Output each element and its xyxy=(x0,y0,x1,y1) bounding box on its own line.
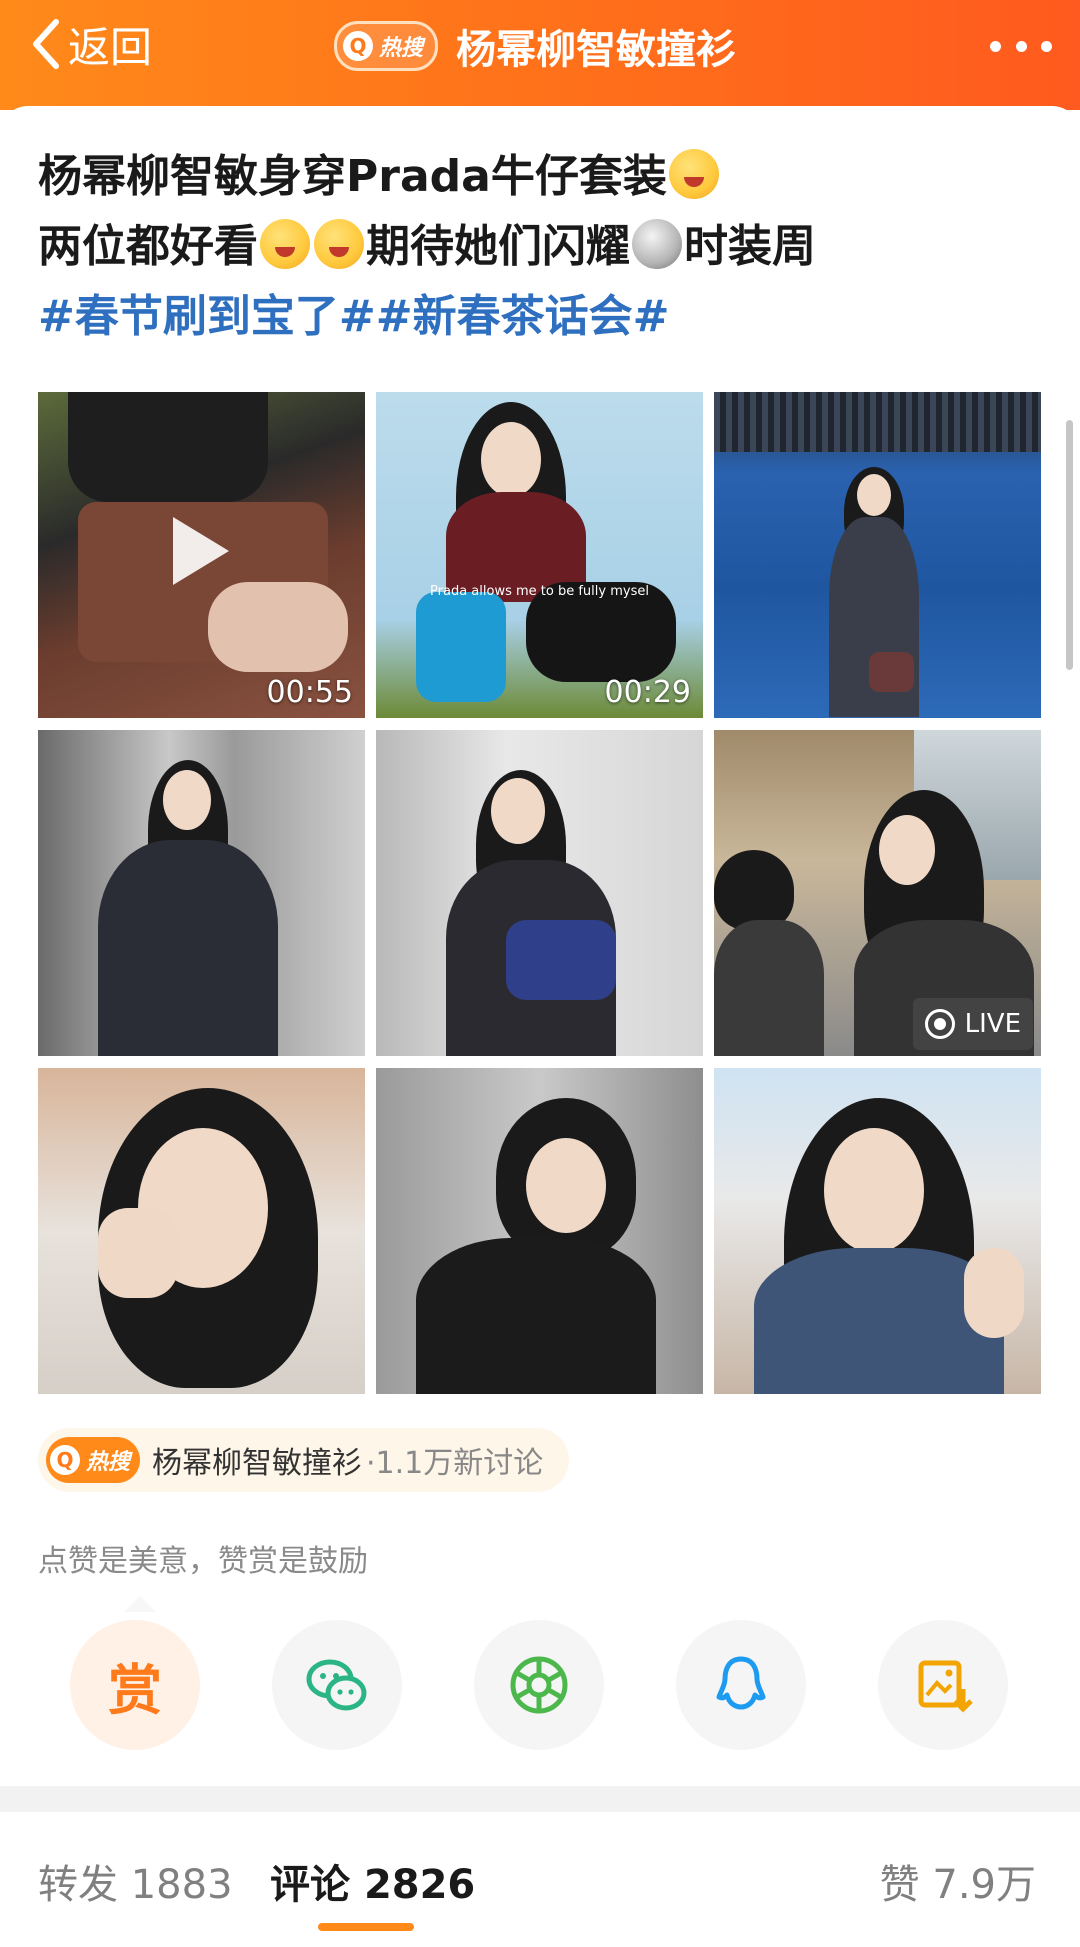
repost-label: 转发 xyxy=(38,1862,118,1908)
reward-pointer xyxy=(124,1596,156,1612)
tab-likes[interactable]: 赞 7.9万 xyxy=(880,1852,1036,1910)
comment-label: 评论 xyxy=(270,1862,350,1908)
search-icon: Q xyxy=(343,31,373,61)
post-line-2b: 期待她们闪耀 xyxy=(366,221,630,272)
video-duration: 00:29 xyxy=(604,675,691,710)
save-image-icon xyxy=(918,1660,973,1713)
qq-icon xyxy=(716,1656,766,1710)
hot-search-topic-chip[interactable]: Q 热搜 杨幂柳智敏撞衫 ·1.1万新讨论 xyxy=(38,1428,570,1492)
tab-repost[interactable]: 转发 1883 xyxy=(38,1852,233,1910)
share-moments-button[interactable] xyxy=(474,1620,604,1750)
moments-icon xyxy=(510,1656,568,1714)
top-bar: 返回 Q 热搜 杨幂柳智敏撞衫 xyxy=(0,0,1080,110)
live-photo-icon xyxy=(924,1009,955,1039)
reward-button[interactable]: 赏 xyxy=(70,1620,200,1750)
page-title: 杨幂柳智敏撞衫 xyxy=(456,27,737,73)
post-line-2c: 时装周 xyxy=(684,221,816,272)
reward-note: 点赞是美意，赞赏是鼓励 xyxy=(38,1544,368,1579)
scrollbar[interactable] xyxy=(1066,420,1073,670)
back-button[interactable]: 返回 xyxy=(28,14,152,74)
save-image-button[interactable] xyxy=(878,1620,1008,1750)
live-label: LIVE xyxy=(964,1009,1021,1039)
media-grid: 00:55 Prada allows me to be fully mysel … xyxy=(38,392,1042,1396)
hot-topic-header[interactable]: Q 热搜 杨幂柳智敏撞衫 xyxy=(334,18,736,74)
disco-ball-emoji-icon xyxy=(632,219,682,269)
reward-label: 赏 xyxy=(108,1658,162,1722)
pleading-face-emoji-icon xyxy=(260,219,310,269)
post-stats-bar: 转发 1883 评论 2826 赞 7.9万 xyxy=(0,1812,1080,1947)
tab-comments[interactable]: 评论 2826 xyxy=(270,1852,475,1910)
post-line-1: 杨幂柳智敏身穿Prada牛仔套装 xyxy=(38,151,667,202)
share-qq-button[interactable] xyxy=(676,1620,806,1750)
media-tile-6[interactable]: LIVE xyxy=(714,730,1041,1056)
hashtag-links[interactable]: #春节刷到宝了##新春茶话会# xyxy=(38,282,1038,352)
hot-search-badge: Q 热搜 xyxy=(334,21,439,71)
media-tile-2[interactable]: Prada allows me to be fully mysel 00:29 xyxy=(376,392,703,718)
hot-badge-label: 热搜 xyxy=(379,36,424,61)
search-icon: Q xyxy=(50,1445,80,1475)
more-options-icon[interactable] xyxy=(990,26,1052,66)
hot-topic-discussion-count: ·1.1万新讨论 xyxy=(366,1446,544,1481)
post-line-2a: 两位都好看 xyxy=(38,221,258,272)
media-tile-7[interactable] xyxy=(38,1068,365,1394)
video-duration: 00:55 xyxy=(266,675,353,710)
like-label: 赞 xyxy=(879,1862,920,1908)
repost-count: 1883 xyxy=(130,1862,233,1908)
pleading-face-emoji-icon xyxy=(668,149,719,199)
media-tile-1[interactable]: 00:55 xyxy=(38,392,365,718)
section-divider xyxy=(0,1786,1080,1812)
wechat-icon xyxy=(306,1659,367,1711)
comment-count: 2826 xyxy=(363,1862,476,1908)
media-tile-5[interactable] xyxy=(376,730,703,1056)
media-tile-8[interactable] xyxy=(376,1068,703,1394)
media-tile-9[interactable] xyxy=(714,1068,1041,1394)
live-photo-badge: LIVE xyxy=(912,998,1033,1050)
share-wechat-button[interactable] xyxy=(272,1620,402,1750)
like-count: 7.9万 xyxy=(932,1862,1036,1908)
hot-badge-label: 热搜 xyxy=(86,1450,131,1475)
post-body: 杨幂柳智敏身穿Prada牛仔套装 两位都好看 期待她们闪耀 时装周 #春节刷到宝了#… xyxy=(38,142,1038,352)
media-tile-3[interactable] xyxy=(714,392,1041,718)
back-label: 返回 xyxy=(68,22,153,72)
pleading-face-emoji-icon xyxy=(314,219,364,269)
media-tile-4[interactable] xyxy=(38,730,365,1056)
video-caption: Prada allows me to be fully mysel xyxy=(430,584,649,599)
share-actions: 赏 xyxy=(0,1620,1080,1750)
hot-topic-name: 杨幂柳智敏撞衫 xyxy=(152,1446,363,1481)
active-tab-indicator xyxy=(318,1923,414,1931)
play-icon xyxy=(173,517,229,585)
hot-search-badge: Q 热搜 xyxy=(46,1437,141,1483)
chevron-left-icon xyxy=(33,19,59,69)
